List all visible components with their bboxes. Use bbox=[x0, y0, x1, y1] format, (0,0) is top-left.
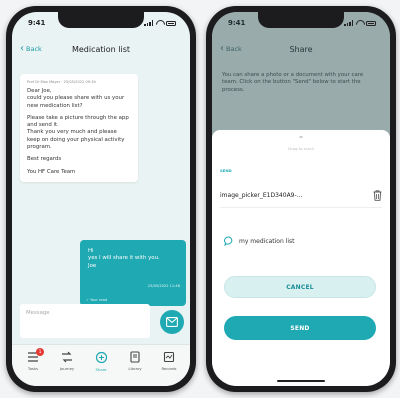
status-time: 9:41 bbox=[228, 19, 246, 27]
chevron-left-icon: ‹ bbox=[20, 43, 24, 54]
message-text: You HF Care Team bbox=[27, 168, 76, 175]
journey-icon bbox=[62, 351, 72, 363]
drag-hint: Drag to scroll bbox=[288, 146, 314, 151]
tab-label: Journey bbox=[59, 366, 75, 371]
share-instructions: You can share a photo or a document with… bbox=[222, 72, 364, 93]
battery-icon bbox=[366, 20, 376, 26]
share-icon bbox=[95, 351, 107, 364]
back-button[interactable]: ‹ Back bbox=[20, 34, 42, 64]
chat-thread[interactable]: Prof Dr Max Mayer · 25/05/2022 09:34 Dea… bbox=[12, 64, 190, 344]
incoming-message: Prof Dr Max Mayer · 25/05/2022 09:34 Dea… bbox=[20, 74, 138, 182]
caption-row[interactable]: my medication list bbox=[224, 236, 382, 246]
wifi-icon bbox=[156, 20, 163, 26]
tab-label: Library bbox=[128, 366, 142, 371]
send-message-button[interactable] bbox=[160, 310, 184, 334]
battery-icon bbox=[166, 20, 176, 26]
page-title: Share bbox=[289, 44, 313, 54]
message-text: Best regards bbox=[27, 156, 62, 163]
caption-text: my medication list bbox=[239, 237, 295, 245]
attachment-filename: image_picker_E1D340A9-... bbox=[220, 192, 303, 199]
message-meta: Prof Dr Max Mayer · 25/05/2022 09:34 bbox=[27, 80, 96, 84]
cancel-button[interactable]: CANCEL bbox=[224, 276, 376, 298]
back-label: Back bbox=[26, 45, 42, 53]
trash-icon[interactable] bbox=[373, 190, 382, 201]
phone-share: 9:41 ‹ Back Share You can share a photo … bbox=[206, 6, 396, 392]
outgoing-message: Hi yes I will share it with you. Joe 25/… bbox=[80, 240, 186, 306]
tab-records[interactable]: Records bbox=[155, 351, 183, 371]
back-button[interactable]: ‹ Back bbox=[220, 34, 242, 64]
tab-bar: 1 Tasks Journey Share Library Records bbox=[12, 344, 190, 386]
tab-label: Records bbox=[161, 366, 177, 371]
signal-icon bbox=[344, 20, 353, 26]
tab-journey[interactable]: Journey bbox=[53, 351, 81, 371]
notch bbox=[58, 12, 144, 28]
signal-icon bbox=[144, 20, 153, 26]
send-button[interactable]: SEND bbox=[224, 316, 376, 340]
status-time: 9:41 bbox=[28, 19, 46, 27]
home-indicator bbox=[277, 380, 325, 382]
screen: 9:41 ‹ Back Share You can share a photo … bbox=[212, 12, 390, 386]
notification-badge: 1 bbox=[36, 348, 44, 356]
tab-label: Share bbox=[95, 367, 107, 372]
comment-icon bbox=[224, 236, 233, 246]
wifi-icon bbox=[356, 20, 363, 26]
notch bbox=[258, 12, 344, 28]
nav-header: ‹ Back Share bbox=[212, 34, 390, 64]
back-label: Back bbox=[226, 45, 242, 53]
attachment-row: image_picker_E1D340A9-... bbox=[220, 184, 382, 208]
tab-label: Tasks bbox=[27, 366, 39, 371]
screen: 9:41 ‹ Back Medication list Prof Dr Max … bbox=[12, 12, 190, 386]
read-status: ✓ Your read bbox=[86, 298, 108, 302]
sheet-handle[interactable] bbox=[299, 136, 303, 138]
share-bottom-sheet: Drag to scroll SEND image_picker_E1D340A… bbox=[212, 130, 390, 386]
page-title: Medication list bbox=[71, 44, 131, 54]
phone-medication-list: 9:41 ‹ Back Medication list Prof Dr Max … bbox=[6, 6, 196, 392]
message-text: Dear Joe, could you please share with us… bbox=[27, 88, 125, 109]
chevron-left-icon: ‹ bbox=[220, 43, 224, 54]
message-text: Hi yes I will share it with you. Joe bbox=[88, 248, 160, 269]
section-label: SEND bbox=[220, 168, 232, 173]
library-icon bbox=[130, 351, 140, 363]
message-text: Please take a picture through the app an… bbox=[27, 114, 129, 151]
message-input[interactable]: Message bbox=[20, 304, 150, 338]
tab-share[interactable]: Share bbox=[87, 351, 115, 372]
envelope-icon bbox=[166, 317, 178, 327]
tab-library[interactable]: Library bbox=[121, 351, 149, 371]
tab-tasks[interactable]: 1 Tasks bbox=[19, 348, 47, 371]
nav-header: ‹ Back Medication list bbox=[12, 34, 190, 64]
message-time: 25/05/2022 11:48 bbox=[147, 284, 180, 288]
records-icon bbox=[163, 351, 175, 363]
